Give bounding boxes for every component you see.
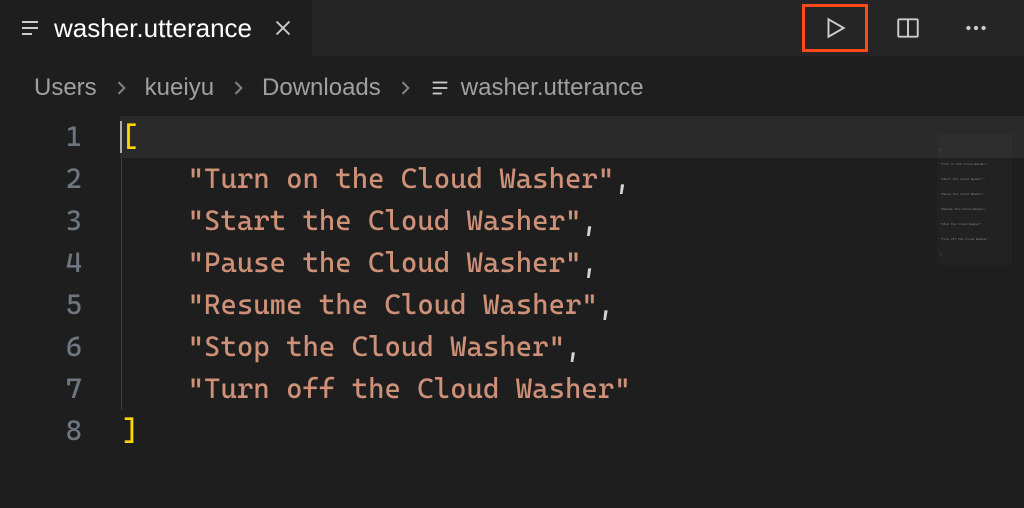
chevron-right-icon	[228, 78, 248, 98]
code-line: ]	[120, 410, 1024, 452]
code-line: "Resume the Cloud Washer",	[120, 284, 1024, 326]
line-number: 3	[0, 200, 82, 242]
chevron-right-icon	[395, 78, 415, 98]
line-number: 8	[0, 410, 82, 452]
run-button[interactable]	[802, 4, 868, 52]
tab-active[interactable]: washer.utterance	[0, 0, 312, 56]
editor[interactable]: 1 2 3 4 5 6 7 8 [ "Turn on the Cloud Was…	[0, 116, 1024, 452]
breadcrumb-item[interactable]: Downloads	[262, 74, 381, 102]
breadcrumb-item[interactable]: Users	[34, 74, 97, 102]
close-icon[interactable]	[272, 17, 294, 39]
editor-actions	[802, 0, 1024, 56]
line-number: 7	[0, 368, 82, 410]
line-number: 6	[0, 326, 82, 368]
code-line: "Turn on the Cloud Washer",	[120, 158, 1024, 200]
line-number: 1	[0, 116, 82, 158]
breadcrumb[interactable]: Users kueiyu Downloads washer.utterance	[0, 56, 1024, 116]
code-line: "Turn off the Cloud Washer"	[120, 368, 1024, 410]
breadcrumb-item[interactable]: kueiyu	[145, 74, 214, 102]
file-lines-icon	[429, 77, 451, 99]
code-line: "Stop the Cloud Washer",	[120, 326, 1024, 368]
code-line: "Pause the Cloud Washer",	[120, 242, 1024, 284]
tab-title: washer.utterance	[54, 13, 252, 44]
split-editor-icon[interactable]	[880, 8, 936, 48]
code-line: [	[120, 116, 1024, 158]
tab-bar: washer.utterance	[0, 0, 1024, 56]
line-number: 4	[0, 242, 82, 284]
more-actions-icon[interactable]	[948, 8, 1004, 48]
line-number: 5	[0, 284, 82, 326]
code-content[interactable]: [ "Turn on the Cloud Washer", "Start the…	[120, 116, 1024, 452]
file-lines-icon	[18, 16, 42, 40]
gutter: 1 2 3 4 5 6 7 8	[0, 116, 120, 452]
code-line: "Start the Cloud Washer",	[120, 200, 1024, 242]
breadcrumb-item[interactable]: washer.utterance	[461, 74, 644, 102]
line-number: 2	[0, 158, 82, 200]
chevron-right-icon	[111, 78, 131, 98]
